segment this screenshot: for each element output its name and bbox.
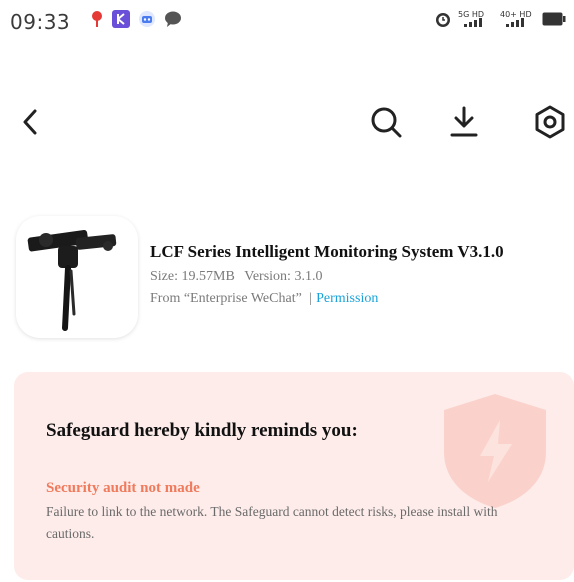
search-button[interactable]: [366, 100, 406, 144]
security-alert-body: Failure to link to the network. The Safe…: [46, 504, 498, 541]
svg-text:5G HD: 5G HD: [458, 10, 484, 19]
signal-4g-icon: 40+ HD: [500, 10, 532, 27]
app-size: Size: 19.57MB: [150, 269, 235, 284]
settings-button[interactable]: [530, 100, 570, 144]
status-bar: 09:33 5G HD 40+ HD: [0, 0, 574, 44]
app-size-version: Size: 19.57MB Version: 3.1.0: [150, 266, 378, 288]
chat-bubble-icon: [165, 11, 181, 27]
download-icon: [450, 106, 478, 137]
shield-lightning-icon: [444, 394, 546, 508]
status-icons-right: 5G HD 40+ HD: [434, 9, 566, 29]
alarm-icon: [436, 13, 450, 27]
app-meta: Size: 19.57MB Version: 3.1.0 From “Enter…: [150, 266, 378, 310]
separator: |: [309, 291, 313, 306]
status-icons-left: [90, 10, 182, 28]
security-alert-title: Security audit not made: [46, 480, 200, 496]
signal-5g-icon: 5G HD: [458, 10, 484, 27]
bot-app-icon: [139, 11, 155, 27]
svg-text:40+ HD: 40+ HD: [500, 10, 532, 19]
kuaishou-app-icon: [112, 10, 130, 28]
battery-icon: [542, 12, 566, 26]
app-source: From “Enterprise WeChat”: [150, 291, 302, 306]
top-toolbar: [0, 100, 574, 150]
back-arrow-icon: [23, 109, 37, 135]
notice-heading: Safeguard hereby kindly reminds you:: [46, 420, 358, 441]
search-icon: [371, 107, 402, 138]
settings-gear-icon: [535, 105, 565, 139]
back-button[interactable]: [10, 100, 50, 144]
security-notice-card: Safeguard hereby kindly reminds you: Sec…: [14, 372, 574, 580]
app-icon: [16, 216, 138, 338]
app-source-row: From “Enterprise WeChat” | Permission: [150, 288, 378, 310]
download-button[interactable]: [444, 100, 484, 144]
permission-link[interactable]: Permission: [316, 291, 378, 306]
status-time: 09:33: [10, 10, 71, 34]
app-info: LCF Series Intelligent Monitoring System…: [0, 210, 574, 340]
camera-tripod-icon: [27, 230, 117, 331]
app-title: LCF Series Intelligent Monitoring System…: [150, 242, 504, 261]
location-pin-icon: [92, 11, 102, 27]
app-version: Version: 3.1.0: [244, 269, 323, 284]
